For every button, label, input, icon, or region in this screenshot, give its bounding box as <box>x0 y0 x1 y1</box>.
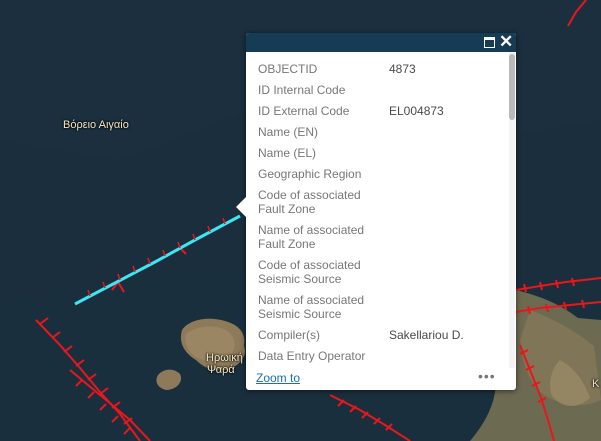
attribute-row: Code of associated Seismic Source <box>258 258 503 293</box>
zoom-to-link[interactable]: Zoom to <box>256 371 300 385</box>
attribute-key: Name (EL) <box>258 146 317 160</box>
map-label-psara: Ψαρά <box>207 364 235 376</box>
attribute-value: Sakellariou D. <box>389 328 464 342</box>
attribute-value <box>389 167 503 188</box>
attribute-key: Geographic Region <box>258 167 362 181</box>
attribute-row: OBJECTID 4873 <box>258 62 503 83</box>
map-label-north-aegean: Βόρειο Αιγαίο <box>63 119 129 131</box>
attribute-key: Name of associated Fault Zone <box>258 223 365 251</box>
attribute-value: 4873 <box>389 62 416 76</box>
popup-pointer <box>236 197 246 217</box>
attribute-table: OBJECTID 4873 ID Internal Code ID Extern… <box>258 62 503 368</box>
attribute-row: Data Entry Operator <box>258 349 503 368</box>
more-options-icon[interactable]: ••• <box>478 368 498 384</box>
attribute-value <box>389 125 503 146</box>
attribute-row: Code of associated Fault Zone <box>258 188 503 223</box>
attribute-key: Code of associated Fault Zone <box>258 188 361 216</box>
attribute-row: Name of associated Fault Zone <box>258 223 503 258</box>
popup-header: ✕ <box>246 33 516 52</box>
attribute-row: ID External Code EL004873 <box>258 104 503 125</box>
feature-popup: ✕ OBJECTID 4873 ID Internal Code ID Exte… <box>236 33 516 390</box>
attribute-row: ID Internal Code <box>258 83 503 104</box>
attribute-value <box>389 188 503 223</box>
attribute-key: ID External Code <box>258 104 350 118</box>
attribute-value <box>389 349 503 368</box>
attribute-row: Name (EL) <box>258 146 503 167</box>
attribute-row: Name (EN) <box>258 125 503 146</box>
attribute-key: Name (EN) <box>258 125 319 139</box>
attribute-key: OBJECTID <box>258 62 318 76</box>
popup-body[interactable]: OBJECTID 4873 ID Internal Code ID Extern… <box>246 52 516 368</box>
attribute-row: Geographic Region <box>258 167 503 188</box>
attribute-row: Name of associated Seismic Source <box>258 293 503 328</box>
attribute-key: Compiler(s) <box>258 328 321 342</box>
attribute-key: Name of associated Seismic Source <box>258 293 365 321</box>
attribute-value <box>389 293 503 328</box>
attribute-value <box>389 258 503 293</box>
attribute-key: Data Entry Operator <box>258 349 366 363</box>
maximize-icon[interactable] <box>483 35 497 49</box>
attribute-key: ID Internal Code <box>258 83 346 97</box>
popup-scrollbar[interactable] <box>509 52 515 368</box>
attribute-value <box>389 146 503 167</box>
attribute-row: Compiler(s) Sakellariou D. <box>258 328 503 349</box>
scrollbar-thumb[interactable] <box>509 54 515 120</box>
attribute-value: EL004873 <box>389 104 444 118</box>
close-icon[interactable]: ✕ <box>499 33 513 50</box>
map-label-edge: Κ <box>592 378 600 390</box>
attribute-value <box>389 83 503 104</box>
popup-footer: Zoom to ••• <box>246 368 516 390</box>
attribute-value <box>389 223 503 258</box>
attribute-key: Code of associated Seismic Source <box>258 258 361 286</box>
